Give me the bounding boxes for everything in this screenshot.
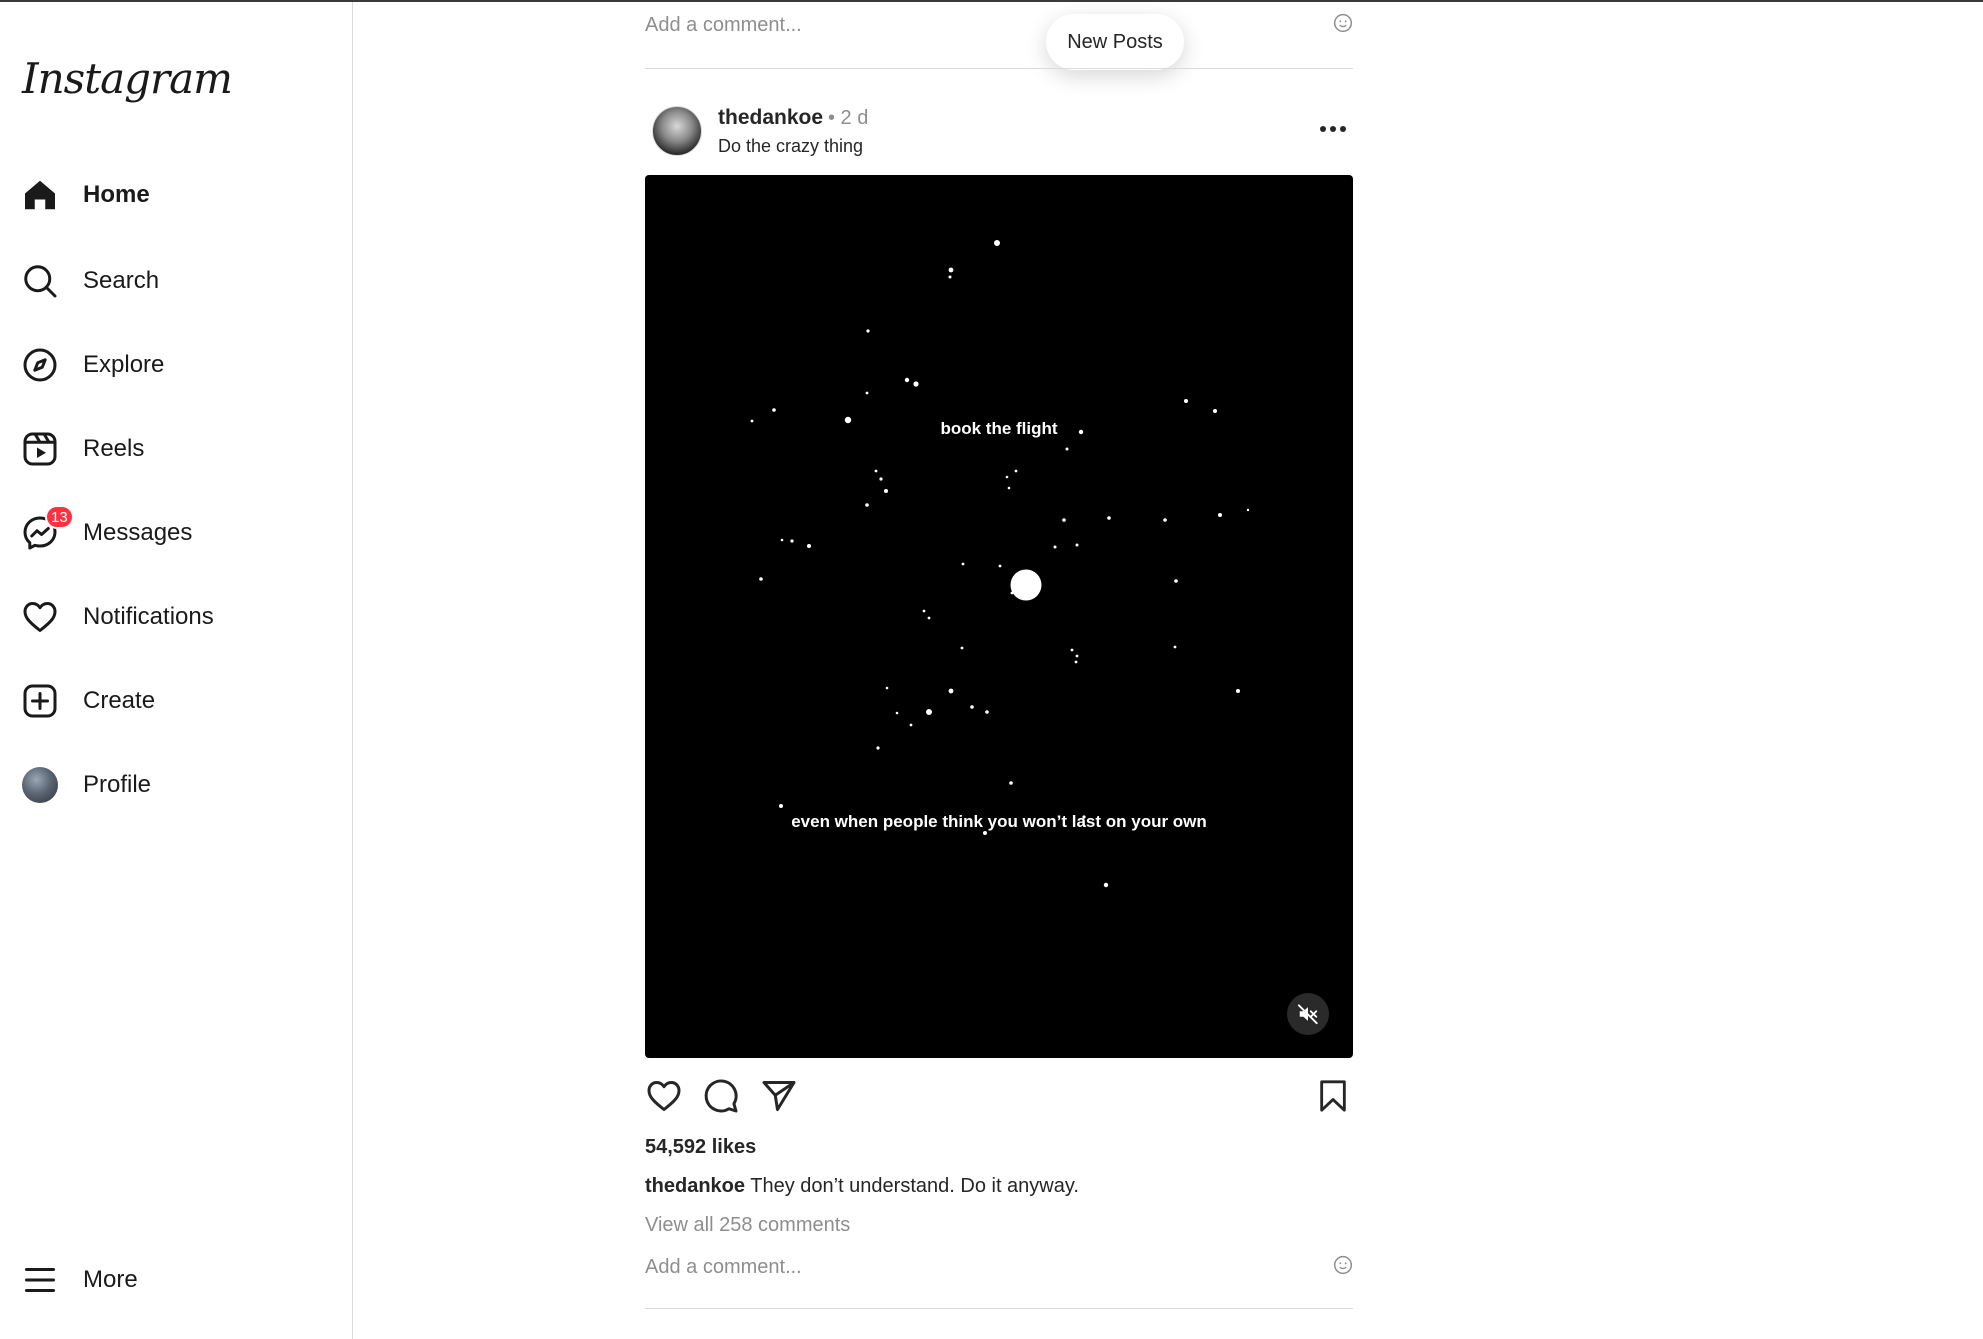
- emoji-icon[interactable]: [1333, 13, 1353, 38]
- post-divider: [645, 68, 1353, 69]
- sidebar-item-profile[interactable]: Profile: [20, 757, 320, 813]
- sidebar-item-label: Profile: [83, 771, 152, 798]
- comment-icon[interactable]: [701, 1076, 741, 1116]
- home-icon: [20, 175, 60, 215]
- post-audio-subtitle[interactable]: Do the crazy thing: [718, 136, 863, 157]
- instagram-logo[interactable]: Instagram: [22, 54, 233, 103]
- post-divider: [645, 1308, 1353, 1309]
- sidebar-item-messages[interactable]: 13 Messages: [20, 505, 320, 561]
- like-icon[interactable]: [644, 1076, 684, 1116]
- sidebar-item-label: Messages: [83, 519, 193, 546]
- sidebar-item-label: Create: [83, 687, 156, 714]
- comment-input[interactable]: Add a comment...: [645, 14, 802, 37]
- hamburger-menu-icon: [20, 1260, 60, 1300]
- feed: Add a comment... thedankoe • 2 d Do the …: [645, 0, 1353, 1339]
- mute-toggle-button[interactable]: [1287, 993, 1329, 1035]
- video-caption-top: book the flight: [940, 419, 1058, 438]
- sidebar-item-label: Search: [83, 267, 160, 294]
- starfield: [750, 240, 1250, 888]
- messenger-icon: 13: [20, 505, 74, 553]
- sidebar-item-label: Explore: [83, 351, 165, 378]
- sidebar-item-label: Notifications: [83, 603, 214, 630]
- sidebar-item-explore[interactable]: Explore: [20, 337, 320, 393]
- sidebar-item-reels[interactable]: Reels: [20, 421, 320, 477]
- sidebar: Instagram Home Search Explore Reels 13 M…: [0, 2, 353, 1339]
- like-count[interactable]: 54,592 likes: [645, 1136, 756, 1159]
- unread-badge: 13: [45, 505, 74, 529]
- search-icon: [20, 261, 60, 301]
- view-comments-link[interactable]: View all 258 comments: [645, 1214, 850, 1237]
- sidebar-item-label: More: [83, 1266, 138, 1293]
- sidebar-item-label: Home: [83, 181, 150, 208]
- sidebar-item-label: Reels: [83, 435, 145, 462]
- post-caption: thedankoe They don’t understand. Do it a…: [645, 1175, 1079, 1198]
- plus-square-icon: [20, 681, 60, 721]
- post-time: • 2 d: [828, 107, 869, 129]
- caption-username[interactable]: thedankoe: [645, 1175, 745, 1197]
- bookmark-icon[interactable]: [1313, 1076, 1353, 1116]
- sidebar-item-search[interactable]: Search: [20, 253, 320, 309]
- sidebar-item-notifications[interactable]: Notifications: [20, 589, 320, 645]
- more-options-icon[interactable]: [1313, 114, 1353, 144]
- post-header: thedankoe • 2 d Do the crazy thing: [645, 104, 1353, 160]
- avatar: [22, 767, 58, 803]
- comment-row: Add a comment...: [645, 1247, 1353, 1287]
- comment-input[interactable]: Add a comment...: [645, 1256, 802, 1279]
- reels-icon: [20, 429, 60, 469]
- avatar[interactable]: [652, 106, 702, 156]
- video-caption-bottom: even when people think you won’t last on…: [791, 812, 1207, 831]
- heart-icon: [20, 597, 60, 637]
- post-actions: [645, 1076, 1353, 1120]
- sidebar-item-home[interactable]: Home: [20, 167, 320, 223]
- sidebar-item-more[interactable]: More: [20, 1252, 320, 1308]
- caption-text: They don’t understand. Do it anyway.: [750, 1175, 1079, 1197]
- share-icon[interactable]: [759, 1076, 799, 1116]
- post-username[interactable]: thedankoe: [718, 106, 823, 130]
- emoji-icon[interactable]: [1333, 1255, 1353, 1280]
- profile-avatar-wrap: [20, 765, 60, 805]
- speaker-muted-icon: [1297, 1004, 1318, 1025]
- sidebar-item-create[interactable]: Create: [20, 673, 320, 729]
- compass-icon: [20, 345, 60, 385]
- prev-post-comment-row: Add a comment...: [645, 5, 1353, 45]
- post-video[interactable]: book the flight even when people think y…: [645, 175, 1353, 1058]
